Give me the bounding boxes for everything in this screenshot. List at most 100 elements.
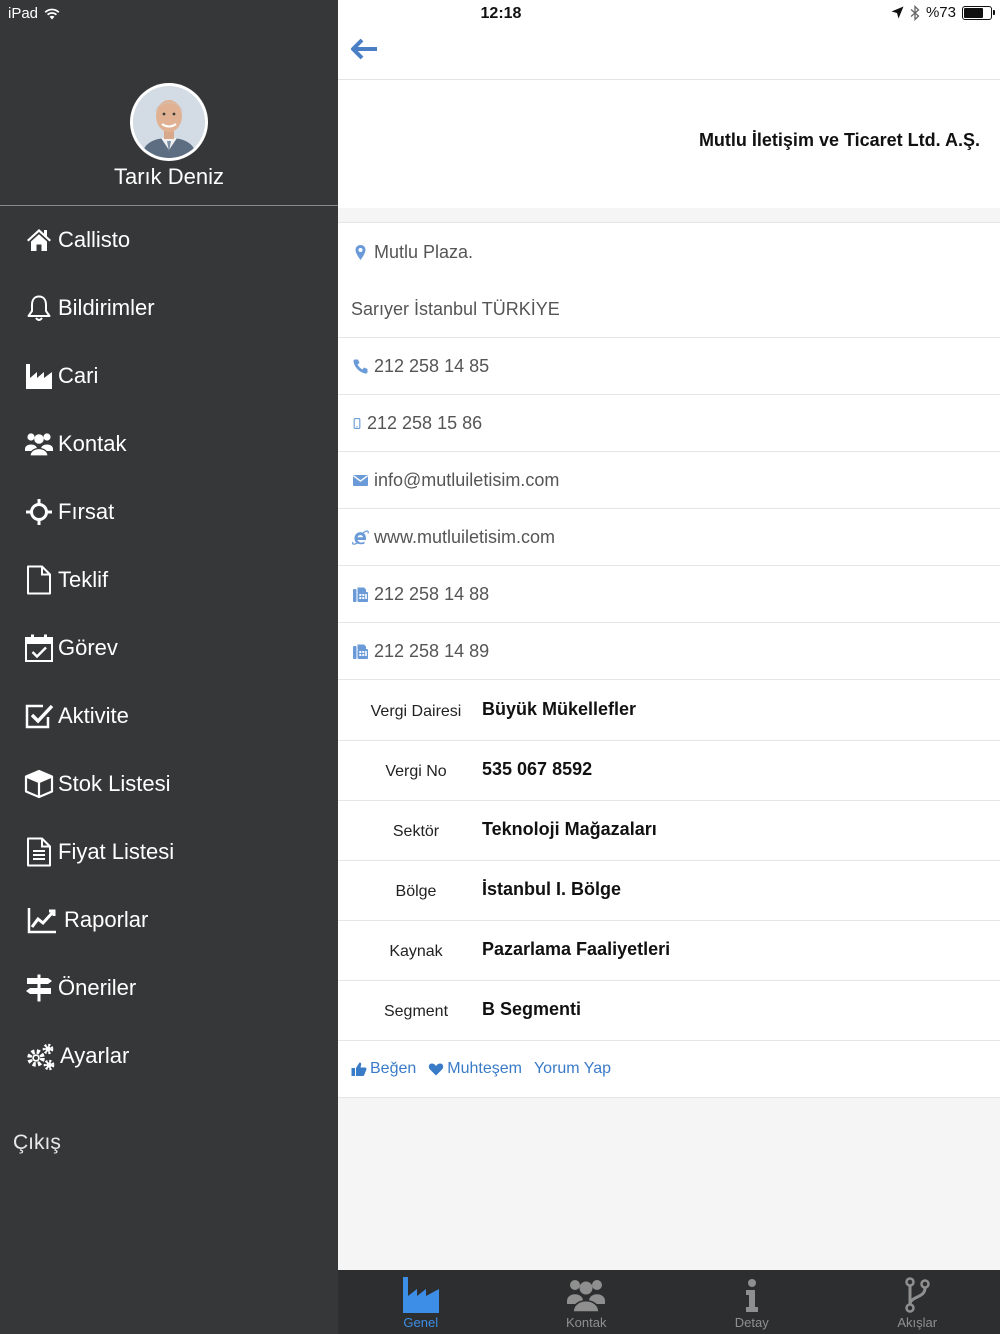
company-name: Mutlu İletişim ve Ticaret Ltd. A.Ş. [698,130,980,150]
sidebar-item-label: Cari [58,363,99,388]
sidebar-item-label: Kontak [58,431,127,456]
file-icon [27,565,51,595]
empty-area [338,1098,1000,1270]
tab-label: Kontak [566,1315,607,1330]
sidebar-item-raporlar[interactable]: Raporlar [24,900,148,940]
tab-detay[interactable]: Detay [669,1270,835,1334]
email-row[interactable]: info@mutluiletisim.com [338,452,1000,509]
tab-bar: Genel Kontak Detay Akışlar [338,1270,1000,1334]
sidebar-item-label: Aktivite [58,703,129,728]
users-icon [567,1280,606,1313]
detail-row-bolge: Bölge İstanbul I. Bölge [338,861,1000,921]
detail-value: Pazarlama Faaliyetleri [482,939,671,959]
detail-label: Bölge [395,883,437,900]
detail-value: Büyük Mükellefler [482,699,637,719]
battery-level-fill [964,7,983,18]
awesome-label: Muhteşem [447,1060,522,1077]
detail-row-kaynak: Kaynak Pazarlama Faaliyetleri [338,921,1000,981]
bluetooth-icon [910,4,920,21]
battery-percent: %73 [925,4,956,21]
sidebar-item-label: Callisto [58,227,131,252]
user-name: Tarık Deniz [113,164,225,189]
profile-section: Tarık Deniz [0,0,338,206]
comment-button[interactable]: Yorum Yap [534,1060,611,1078]
like-button[interactable]: Beğen [351,1060,416,1078]
home-icon [27,229,51,251]
website-text: www.mutluiletisim.com [374,526,556,547]
main-panel: 12:18 %73 Mutlu İletişim ve Ticaret Ltd.… [338,0,1000,1334]
detail-label: Vergi No [385,763,447,780]
sidebar-item-label: Fırsat [58,499,115,524]
detail-row-vergi-dairesi: Vergi Dairesi Büyük Mükellefler [338,681,1000,741]
mobile-text: 212 258 15 86 [367,412,483,433]
fax-row-2[interactable]: 212 258 14 89 [338,623,1000,680]
tab-kontak[interactable]: Kontak [504,1270,670,1334]
sidebar-item-oneriler[interactable]: Öneriler [24,968,136,1008]
detail-label: Sektör [392,823,440,840]
sidebar-item-kontak[interactable]: Kontak [24,424,127,464]
detail-label: Segment [383,1003,449,1020]
fax-text-1: 212 258 14 88 [374,583,490,604]
tab-label: Akışlar [897,1315,938,1330]
sidebar-item-teklif[interactable]: Teklif [24,560,108,600]
sidebar-item-label: Fiyat Listesi [58,839,175,864]
detail-label: Vergi Dairesi [370,703,462,720]
address-line-2-text: Sarıyer İstanbul TÜRKİYE [351,298,560,319]
factory-icon [402,1277,439,1313]
fax-icon [351,585,370,604]
address-line-2: Sarıyer İstanbul TÜRKİYE [338,281,1000,338]
sidebar-item-label: Ayarlar [60,1043,130,1068]
back-button[interactable] [350,36,380,62]
avatar-photo [133,86,205,158]
tab-genel[interactable]: Genel [338,1270,504,1334]
sidebar-item-fiyat-listesi[interactable]: Fiyat Listesi [24,832,174,872]
avatar[interactable] [130,83,208,161]
sidebar-item-aktivite[interactable]: Aktivite [24,696,129,736]
sidebar-item-label: Bildirimler [58,295,155,320]
phone-text: 212 258 14 85 [374,355,490,376]
mobile-row[interactable]: 212 258 15 86 [338,395,1000,452]
location-arrow-icon [891,6,904,19]
cube-icon [24,769,54,799]
detail-row-vergi-no: Vergi No 535 067 8592 [338,741,1000,801]
sidebar-item-firsat[interactable]: Fırsat [24,492,114,532]
checkbox-icon [25,704,54,729]
fax-icon [351,642,370,661]
sidebar-item-cari[interactable]: Cari [24,356,98,396]
sidebar-item-label: Teklif [58,567,109,592]
heart-icon [429,1063,444,1076]
crosshair-icon [26,499,52,525]
detail-label: Kaynak [389,943,443,960]
detail-row-sektor: Sektör Teknoloji Mağazaları [338,801,1000,861]
calendar-check-icon [25,634,53,662]
awesome-button[interactable]: Muhteşem [428,1060,522,1078]
sidebar-item-gorev[interactable]: Görev [24,628,118,668]
logout-link[interactable]: Çıkış [13,1131,61,1155]
tab-label: Genel [403,1315,439,1330]
arrow-left-icon [351,38,377,60]
website-row[interactable]: www.mutluiletisim.com [338,509,1000,566]
branch-icon [905,1277,930,1313]
detail-value: B Segmenti [482,999,582,1019]
sidebar-item-bildirimler[interactable]: Bildirimler [24,288,155,328]
phone-icon [351,357,370,376]
like-label: Beğen [370,1060,417,1077]
detail-row-segment: Segment B Segmenti [338,981,1000,1041]
factory-icon [26,364,52,389]
tab-akislar[interactable]: Akışlar [835,1270,1000,1334]
detail-value: İstanbul I. Bölge [482,879,622,899]
sidebar-item-stok-listesi[interactable]: Stok Listesi [24,764,171,804]
map-marker-icon [351,243,370,262]
sidebar-item-label: Öneriler [58,975,137,1000]
comment-label: Yorum Yap [533,1060,612,1077]
mobile-icon [351,414,363,433]
email-text: info@mutluiletisim.com [374,469,560,490]
detail-value: Teknoloji Mağazaları [482,819,657,839]
fax-row-1[interactable]: 212 258 14 88 [338,566,1000,623]
section-divider [338,208,1000,223]
sidebar-item-ayarlar[interactable]: Ayarlar [24,1036,129,1076]
phone-row[interactable]: 212 258 14 85 [338,338,1000,395]
social-actions: Beğen Muhteşem Yorum Yap [338,1041,1000,1098]
sidebar-item-callisto[interactable]: Callisto [24,220,130,260]
thumbs-up-icon [351,1062,367,1076]
